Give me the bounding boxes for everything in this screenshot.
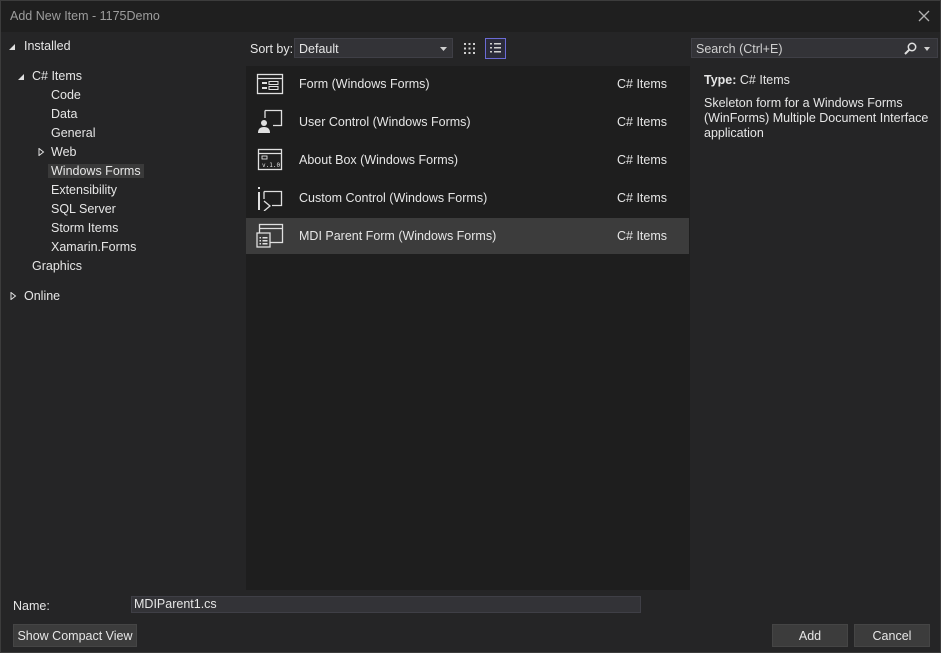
expanded-caret-icon: [18, 74, 24, 80]
template-row-custom-control[interactable]: Custom Control (Windows Forms) C# Items: [246, 180, 689, 216]
name-field[interactable]: MDIParent1.cs: [131, 596, 641, 613]
type-value: C# Items: [739, 73, 790, 87]
list-view-icon: [490, 43, 501, 53]
add-new-item-dialog: Add New Item - 1175Demo Installed C# Ite…: [0, 0, 941, 653]
search-input[interactable]: Search (Ctrl+E): [691, 38, 938, 58]
add-button[interactable]: Add: [772, 624, 848, 647]
about-box-icon: v.1.0: [257, 148, 283, 171]
tree-item-online[interactable]: Online: [9, 287, 60, 306]
tree-item-web[interactable]: Web: [37, 143, 76, 162]
template-row-about-box[interactable]: v.1.0 About Box (Windows Forms) C# Items: [246, 142, 689, 178]
tree-label: Installed: [24, 39, 71, 53]
search-placeholder: Search (Ctrl+E): [696, 42, 783, 56]
template-row-mdi-parent-form[interactable]: MDI Parent Form (Windows Forms) C# Items: [246, 218, 689, 254]
template-name: User Control (Windows Forms): [299, 115, 471, 129]
sort-value: Default: [299, 42, 339, 56]
form-icon: [256, 73, 284, 95]
mdi-parent-form-icon: [256, 223, 284, 248]
category-tree: Installed C# Items Code Data General Web…: [1, 32, 245, 590]
tree-item-storm-items[interactable]: Storm Items: [51, 219, 118, 238]
sort-label: Sort by:: [250, 42, 294, 56]
list-view-button[interactable]: [485, 38, 506, 59]
expanded-caret-icon: [9, 44, 15, 50]
close-icon[interactable]: [914, 6, 934, 26]
details-pane: Search (Ctrl+E) Type: C# Items Skeleton …: [691, 32, 940, 590]
search-icon[interactable]: [904, 42, 917, 55]
type-info: Type: C# Items: [704, 73, 790, 87]
template-name: About Box (Windows Forms): [299, 153, 459, 167]
template-row-user-control[interactable]: User Control (Windows Forms) C# Items: [246, 104, 689, 140]
tree-item-xamarin-forms[interactable]: Xamarin.Forms: [51, 238, 136, 257]
tree-item-general[interactable]: General: [51, 124, 95, 143]
templates-pane: Sort by: Default Form (Windows Forms) C#…: [246, 32, 690, 590]
templates-list: Form (Windows Forms) C# Items User Contr…: [246, 66, 690, 590]
tree-item-code[interactable]: Code: [51, 86, 81, 105]
template-category: C# Items: [617, 77, 668, 91]
sort-dropdown[interactable]: Default: [294, 38, 453, 58]
template-name: Form (Windows Forms): [299, 77, 430, 91]
chevron-down-icon[interactable]: [924, 47, 930, 51]
template-row-form[interactable]: Form (Windows Forms) C# Items: [246, 66, 689, 102]
tree-item-sql-server[interactable]: SQL Server: [51, 200, 116, 219]
window-title: Add New Item - 1175Demo: [10, 9, 160, 23]
template-name: MDI Parent Form (Windows Forms): [299, 229, 497, 243]
chevron-down-icon: [440, 47, 447, 51]
collapsed-caret-icon: [38, 148, 45, 156]
svg-text:v.1.0: v.1.0: [262, 162, 280, 169]
cancel-button[interactable]: Cancel: [854, 624, 930, 647]
tree-item-csharp-items[interactable]: C# Items: [17, 67, 82, 86]
show-compact-view-button[interactable]: Show Compact View: [13, 624, 137, 647]
user-control-icon: [258, 109, 283, 133]
grid-view-icon: [464, 43, 475, 54]
tree-item-graphics[interactable]: Graphics: [32, 257, 82, 276]
collapsed-caret-icon: [10, 292, 17, 300]
template-category: C# Items: [617, 229, 668, 243]
template-category: C# Items: [617, 191, 668, 205]
type-label: Type:: [704, 73, 737, 87]
footer: Name: MDIParent1.cs Show Compact View Ad…: [1, 590, 940, 652]
custom-control-icon: [258, 187, 283, 211]
title-bar: Add New Item - 1175Demo: [1, 1, 940, 32]
grid-view-button[interactable]: [459, 38, 480, 59]
template-category: C# Items: [617, 153, 668, 167]
tree-label: C# Items: [32, 69, 83, 83]
tree-item-data[interactable]: Data: [51, 105, 77, 124]
sort-toolbar: Sort by: Default: [246, 32, 690, 66]
tree-item-extensibility[interactable]: Extensibility: [51, 181, 117, 200]
template-category: C# Items: [617, 115, 668, 129]
template-name: Custom Control (Windows Forms): [299, 191, 488, 205]
tree-item-installed[interactable]: Installed: [8, 37, 71, 56]
template-description: Skeleton form for a Windows Forms (WinFo…: [704, 96, 929, 140]
tree-item-windows-forms[interactable]: Windows Forms: [48, 162, 144, 181]
name-label: Name:: [13, 599, 50, 613]
